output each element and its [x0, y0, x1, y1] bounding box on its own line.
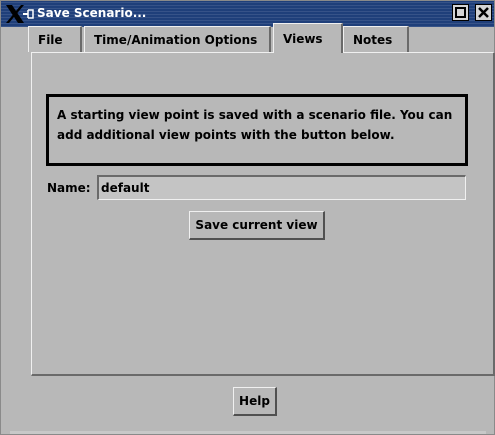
close-button[interactable] — [475, 4, 492, 21]
window-title: Save Scenario... — [37, 6, 147, 20]
dialog-bottom-edge — [10, 431, 486, 434]
pin-icon — [23, 9, 34, 19]
name-input[interactable] — [97, 175, 466, 200]
help-button[interactable]: Help — [233, 387, 277, 416]
maximize-button[interactable] — [452, 4, 469, 21]
tab-file[interactable]: File — [28, 26, 82, 52]
save-current-view-button[interactable]: Save current view — [189, 211, 325, 240]
tab-time-animation-options[interactable]: Time/Animation Options — [84, 26, 271, 52]
save-scenario-window: Save Scenario... File Time/Animation Opt… — [0, 0, 495, 435]
close-icon — [478, 7, 489, 18]
tab-notes[interactable]: Notes — [343, 26, 409, 52]
name-label: Name: — [47, 181, 91, 195]
title-bar[interactable]: Save Scenario... — [1, 1, 494, 27]
maximize-icon — [455, 7, 466, 18]
views-info-text: A starting view point is saved with a sc… — [46, 94, 468, 166]
tab-views[interactable]: Views — [273, 23, 343, 53]
